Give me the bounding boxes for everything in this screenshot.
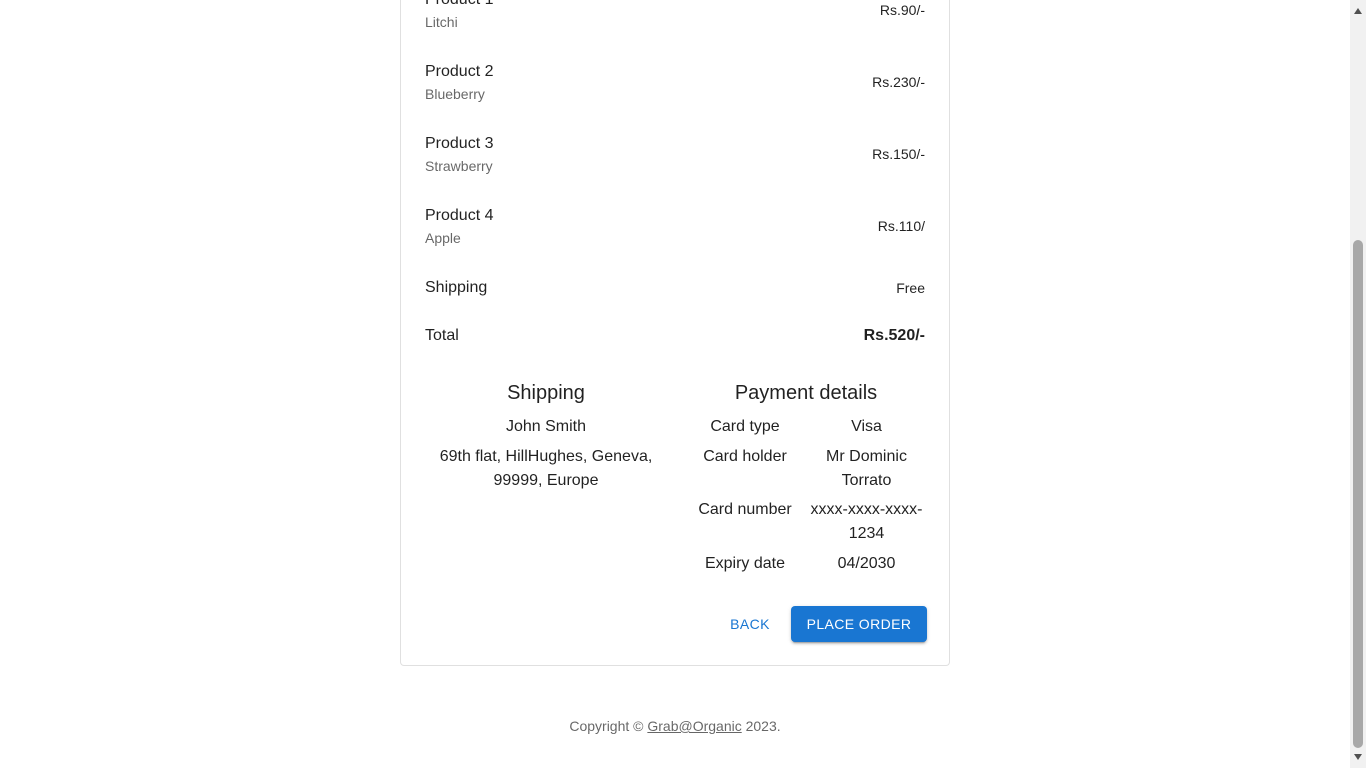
- list-item: Product 3 Strawberry Rs.150/-: [425, 132, 925, 180]
- shipping-value: Free: [896, 280, 925, 296]
- product-name: Product 1: [425, 0, 493, 12]
- payment-value: 04/2030: [837, 555, 896, 572]
- product-name: Product 2: [425, 63, 494, 80]
- payment-value: Torrato: [841, 472, 892, 489]
- payment-value: 1234: [848, 525, 885, 542]
- back-button[interactable]: Back: [717, 606, 783, 642]
- shipping-title: Shipping: [507, 382, 585, 404]
- place-order-button[interactable]: Place order: [791, 606, 927, 642]
- footer-link[interactable]: Grab@Organic: [647, 718, 741, 734]
- scroll-up-arrow-icon[interactable]: [1350, 3, 1366, 19]
- shipping-name: John Smith: [505, 418, 587, 435]
- scroll-down-arrow-icon[interactable]: [1350, 749, 1366, 765]
- shipping-row: Shipping Free: [425, 276, 925, 300]
- scrollbar-thumb[interactable]: [1353, 240, 1363, 748]
- product-price: Rs.90/-: [879, 2, 925, 18]
- product-desc: Blueberry: [425, 86, 485, 102]
- payment-label: Expiry date: [704, 555, 786, 572]
- total-label: Total: [425, 327, 459, 344]
- product-price: Rs.150/-: [872, 146, 925, 162]
- footer-prefix: Copyright ©: [569, 718, 648, 734]
- scrollbar[interactable]: [1350, 0, 1366, 768]
- list-item: Product 1 Litchi Rs.90/-: [425, 0, 925, 36]
- page: Product 1 Litchi Rs.90/- Product 2 Blueb…: [0, 0, 1366, 768]
- payment-label: Card number: [698, 501, 792, 518]
- review-card: Product 1 Litchi Rs.90/- Product 2 Blueb…: [400, 0, 950, 666]
- shipping-label: Shipping: [425, 279, 488, 296]
- payment-label: Card type: [710, 418, 780, 435]
- product-price: Rs.230/-: [872, 74, 925, 90]
- product-desc: Strawberry: [425, 158, 493, 174]
- product-name: Product 3: [425, 135, 494, 152]
- product-desc: Apple: [425, 230, 461, 246]
- shipping-address-line2: 99999, Europe: [493, 472, 599, 489]
- payment-label: Card holder: [703, 448, 787, 465]
- product-desc: Litchi: [425, 14, 458, 30]
- product-price: Rs.110/: [877, 218, 925, 234]
- payment-title: Payment details: [734, 382, 878, 404]
- total-row: Total Rs.520/-: [425, 324, 925, 348]
- footer-suffix: 2023.: [741, 718, 781, 734]
- list-item: Product 4 Apple Rs.110/: [425, 204, 925, 252]
- footer: Copyright © Grab@Organic 2023.: [0, 716, 1350, 736]
- payment-value: xxxx-xxxx-xxxx-: [810, 501, 923, 518]
- list-item: Product 2 Blueberry Rs.230/-: [425, 60, 925, 108]
- product-name: Product 4: [425, 207, 494, 224]
- payment-value: Mr Dominic: [826, 448, 907, 465]
- payment-value: Visa: [851, 418, 882, 435]
- shipping-address-line1: 69th flat, HillHughes, Geneva,: [439, 448, 653, 465]
- total-value: Rs.520/-: [863, 327, 925, 344]
